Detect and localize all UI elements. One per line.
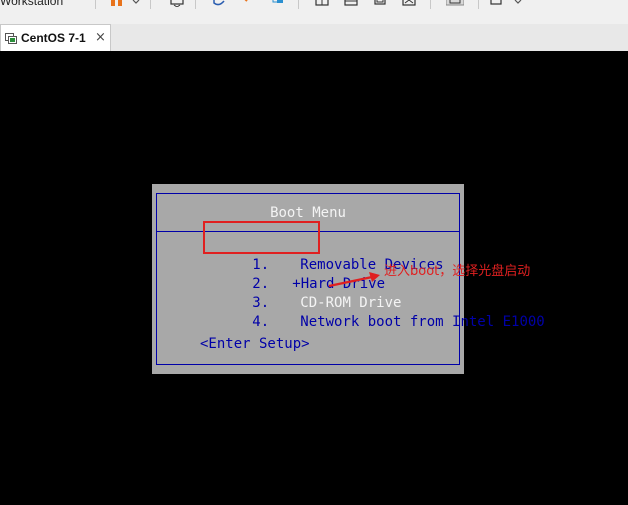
enter-setup-option[interactable]: <Enter Setup>: [200, 336, 310, 352]
vmware-window: Workstation CentOS 7-1 × Boot Menu 1. Re…: [0, 0, 628, 505]
view-icon[interactable]: [446, 0, 464, 7]
pause-icon[interactable]: [110, 0, 124, 7]
toolbar-divider: [478, 0, 479, 9]
boot-menu-title: Boot Menu: [270, 205, 346, 221]
boot-menu: Boot Menu 1. Removable Devices 2. +Hard Dr…: [152, 184, 545, 374]
annotation-arrow-icon: [328, 272, 380, 288]
view-icon[interactable]: [344, 0, 358, 7]
revert-icon[interactable]: [242, 0, 256, 7]
tab-title: CentOS 7-1: [21, 31, 86, 45]
boot-option-number: 4.: [252, 314, 270, 330]
annotation-text: 进入boot，选择光盘启动: [384, 264, 531, 279]
view-icon[interactable]: [373, 0, 387, 7]
snapshot-icon[interactable]: [212, 0, 226, 7]
tab-vm-icon: [5, 33, 17, 44]
boot-menu-frame: Boot Menu 1. Removable Devices 2. +Hard Dr…: [156, 193, 545, 365]
view-icon[interactable]: [490, 0, 504, 7]
toolbar-bottom: [0, 10, 628, 25]
boot-option-label: Network boot from Intel E1000: [300, 314, 545, 330]
view-icon[interactable]: [315, 0, 329, 7]
chevron-down-icon[interactable]: [514, 0, 522, 7]
tab-centos-7-1[interactable]: CentOS 7-1 ×: [0, 24, 111, 51]
chevron-down-icon[interactable]: [132, 0, 140, 7]
close-icon[interactable]: ×: [95, 30, 106, 45]
view-icon[interactable]: [402, 0, 416, 7]
toolbar-divider: [95, 0, 96, 9]
toolbar-divider: [430, 0, 431, 9]
annotation-highlight-box: [203, 221, 320, 254]
toolbar: Workstation: [0, 0, 628, 10]
vm-console-screen[interactable]: Boot Menu 1. Removable Devices 2. +Hard Dr…: [0, 51, 628, 505]
send-keys-icon[interactable]: [170, 0, 184, 7]
app-label: Workstation: [0, 0, 64, 8]
toolbar-divider: [150, 0, 151, 9]
manage-snapshots-icon[interactable]: [270, 0, 284, 7]
toolbar-divider: [195, 0, 196, 9]
tab-bar: CentOS 7-1 ×: [0, 24, 628, 51]
toolbar-divider: [298, 0, 299, 9]
